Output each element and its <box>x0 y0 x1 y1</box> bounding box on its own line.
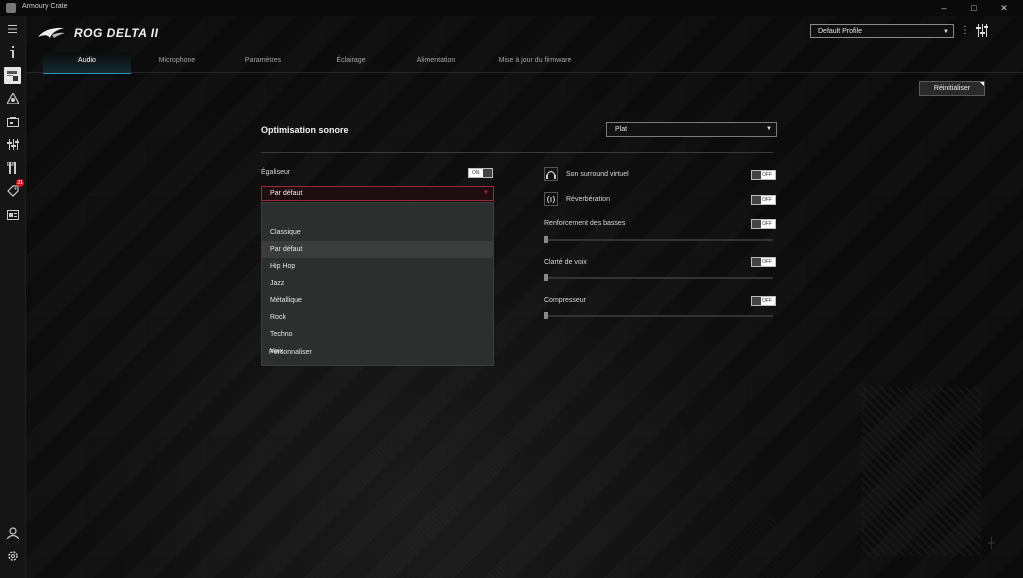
voice-slider[interactable] <box>544 274 773 281</box>
toggle-knob <box>752 258 761 266</box>
eq-option-personnaliser[interactable]: Personnaliser <box>261 344 492 361</box>
notification-badge: 31 <box>16 179 24 187</box>
slider-thumb[interactable] <box>544 312 548 319</box>
eq-option-techno[interactable]: Techno <box>262 326 493 343</box>
toggle-knob <box>752 196 761 204</box>
tools-icon[interactable] <box>4 159 21 176</box>
equalizer-dropdown: Classique Par défaut Hip Hop Jazz Métall… <box>261 202 494 366</box>
compressor-slider[interactable] <box>544 312 773 319</box>
tab-alimentation[interactable]: Alimentation <box>398 52 474 72</box>
toggle-knob <box>752 297 761 305</box>
tab-audio[interactable]: Audio <box>43 52 131 74</box>
maximize-button[interactable]: □ <box>960 1 988 15</box>
slider-thumb[interactable] <box>544 236 548 243</box>
eq-option-rock[interactable]: Rock <box>262 309 493 326</box>
toggle-state: OFF <box>762 221 772 227</box>
close-button[interactable]: ✕ <box>990 1 1018 15</box>
reset-button[interactable]: Réinitialiser <box>919 81 985 96</box>
toggle-state: OFF <box>762 298 772 304</box>
eq-option-jazz[interactable]: Jazz <box>262 275 493 292</box>
eq-option-par-defaut[interactable]: Par défaut <box>262 241 493 258</box>
equalizer-select[interactable]: Par défaut ▼ <box>261 186 494 201</box>
profile-select[interactable]: Default Profile ▼ <box>810 24 954 38</box>
toggle-state: OFF <box>762 172 772 178</box>
aura-icon[interactable] <box>4 90 21 107</box>
eq-option-metallique[interactable]: Métallique <box>262 292 493 309</box>
sidebar: 31 <box>0 16 26 578</box>
equalizer-value: Par défaut <box>270 190 303 197</box>
title-bar: Armoury Crate – □ ✕ <box>0 0 1023 16</box>
profile-value: Default Profile <box>818 28 862 35</box>
headphones-icon <box>544 167 558 181</box>
tab-parametres[interactable]: Paramètres <box>225 52 301 72</box>
device-header: ROG DELTA II <box>38 26 158 40</box>
tabs-divider <box>26 72 1023 73</box>
eq-option-hip-hop[interactable]: Hip Hop <box>262 258 493 275</box>
voice-toggle[interactable]: OFF <box>751 257 776 267</box>
toggle-state: OFF <box>762 197 772 203</box>
info-icon[interactable] <box>4 43 21 60</box>
tab-firmware[interactable]: Mise à jour du firmware <box>483 52 587 72</box>
voice-label: Clarté de voix <box>544 259 587 266</box>
chevron-down-icon: ▼ <box>766 126 772 132</box>
slider-thumb[interactable] <box>544 274 548 281</box>
chevron-down-icon: ▼ <box>483 190 489 196</box>
corner-decoration-icon: ┼ <box>988 538 996 549</box>
eq-option-classique[interactable]: Classique <box>262 224 493 241</box>
rog-logo-icon <box>38 27 65 38</box>
preset-value: Plat <box>615 126 628 133</box>
toggle-knob <box>483 169 492 177</box>
bass-slider[interactable] <box>544 236 773 243</box>
surround-toggle[interactable]: OFF <box>751 170 776 180</box>
reverb-toggle[interactable]: OFF <box>751 195 776 205</box>
device-icon[interactable] <box>4 67 21 84</box>
reverb-icon <box>544 192 558 206</box>
minimize-button[interactable]: – <box>930 1 958 15</box>
news-icon[interactable] <box>4 206 21 223</box>
chevron-down-icon: ▼ <box>943 29 949 35</box>
device-name: ROG DELTA II <box>74 26 159 40</box>
main-panel: ROG DELTA II Default Profile ▼ ⋮ Audio M… <box>26 16 1023 578</box>
surround-label: Son surround virtuel <box>566 171 629 178</box>
bass-label: Renforcement des basses <box>544 220 626 227</box>
section-divider <box>261 152 773 153</box>
sliders-icon[interactable] <box>4 136 21 153</box>
settings-icon[interactable] <box>4 547 21 564</box>
tab-microphone[interactable]: Microphone <box>139 52 215 72</box>
window-title: Armoury Crate <box>22 3 68 10</box>
gamevisual-icon[interactable] <box>4 113 21 130</box>
more-options-icon[interactable]: ⋮ <box>960 24 970 38</box>
profile-settings-icon[interactable] <box>976 24 988 39</box>
user-icon[interactable] <box>4 524 21 541</box>
section-title: Optimisation sonore <box>261 125 349 135</box>
toggle-state: ON <box>472 170 480 176</box>
app-icon <box>6 3 16 13</box>
equalizer-toggle[interactable]: ON <box>468 168 493 178</box>
toggle-knob <box>752 171 761 179</box>
toggle-state: OFF <box>762 259 772 265</box>
compressor-label: Compresseur <box>544 297 587 304</box>
reverb-label: Réverbération <box>566 196 610 203</box>
tab-eclairage[interactable]: Éclairage <box>313 52 389 72</box>
bass-toggle[interactable]: OFF <box>751 219 776 229</box>
equalizer-label: Égaliseur <box>261 169 291 176</box>
compressor-toggle[interactable]: OFF <box>751 296 776 306</box>
deals-icon[interactable]: 31 <box>4 179 24 199</box>
menu-icon[interactable] <box>4 20 21 37</box>
toggle-knob <box>752 220 761 228</box>
preset-select[interactable]: Plat ▼ <box>606 122 777 137</box>
